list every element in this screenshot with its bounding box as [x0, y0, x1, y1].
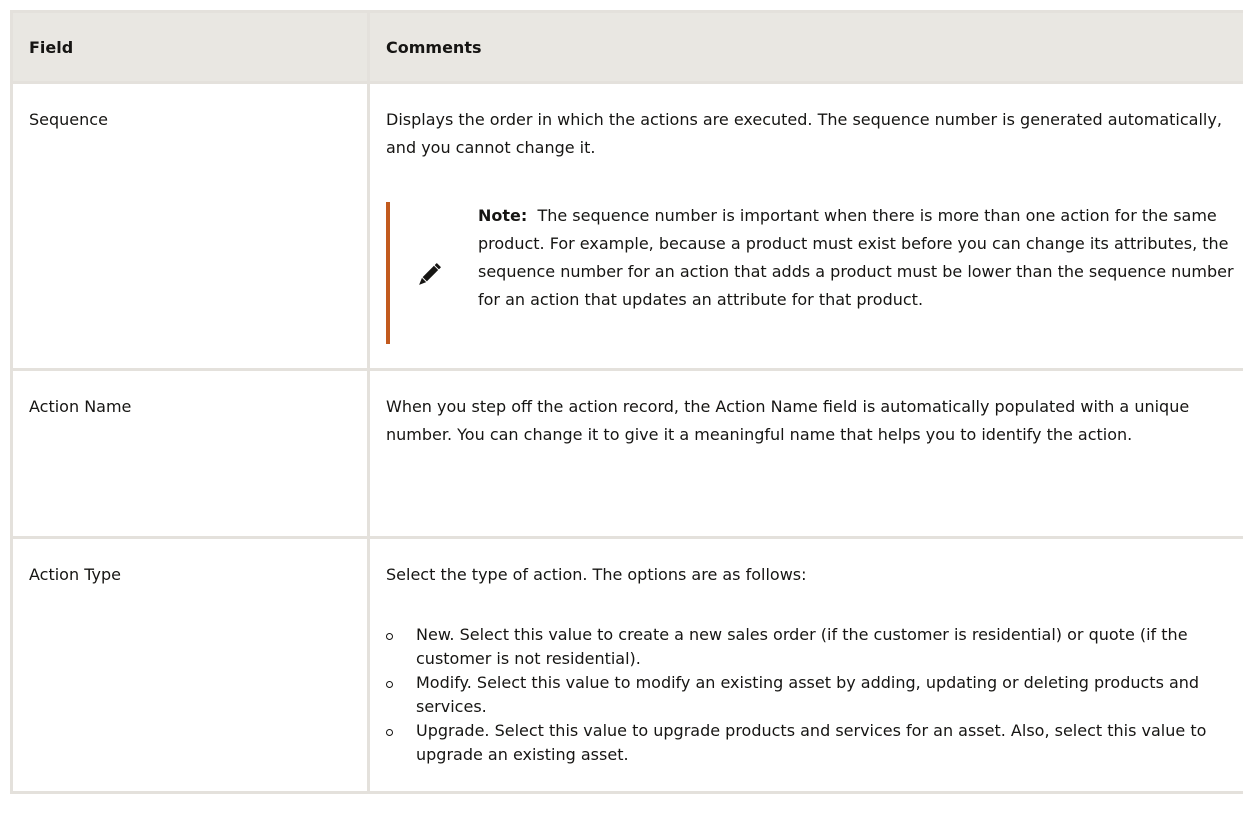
- table-header: Field Comments: [10, 10, 1243, 84]
- field-cell: Action Name: [10, 368, 370, 539]
- circle-bullet-icon: [386, 729, 393, 736]
- table-row: Sequence Displays the order in which the…: [10, 81, 1243, 371]
- list-item: New. Select this value to create a new s…: [386, 623, 1243, 671]
- table-row: Action Name When you step off the action…: [10, 368, 1243, 539]
- note-text: The sequence number is important when th…: [478, 206, 1234, 309]
- field-cell: Sequence: [10, 81, 370, 371]
- comments-cell: When you step off the action record, the…: [367, 368, 1243, 539]
- circle-bullet-icon: [386, 681, 393, 688]
- note-label: Note:: [478, 206, 528, 225]
- fields-table: Field Comments Sequence Displays the ord…: [10, 10, 1243, 794]
- option-text: New. Select this value to create a new s…: [416, 625, 1188, 668]
- list-item: Upgrade. Select this value to upgrade pr…: [386, 719, 1243, 767]
- table-row: Action Type Select the type of action. T…: [10, 536, 1243, 794]
- comment-text: Displays the order in which the actions …: [386, 110, 1222, 157]
- header-field: Field: [10, 10, 370, 84]
- header-comments: Comments: [367, 10, 1243, 84]
- comment-text: Select the type of action. The options a…: [386, 565, 807, 584]
- option-text: Modify. Select this value to modify an e…: [416, 673, 1200, 716]
- options-list: New. Select this value to create a new s…: [386, 623, 1243, 767]
- option-text: Upgrade. Select this value to upgrade pr…: [416, 721, 1207, 764]
- comment-text: When you step off the action record, the…: [386, 397, 1190, 444]
- comments-cell: Select the type of action. The options a…: [367, 536, 1243, 794]
- field-cell: Action Type: [10, 536, 370, 794]
- circle-bullet-icon: [386, 633, 393, 640]
- list-item: Modify. Select this value to modify an e…: [386, 671, 1243, 719]
- note-callout: Note: The sequence number is important w…: [386, 202, 1243, 344]
- comments-cell: Displays the order in which the actions …: [367, 81, 1243, 371]
- pencil-icon: [414, 260, 444, 290]
